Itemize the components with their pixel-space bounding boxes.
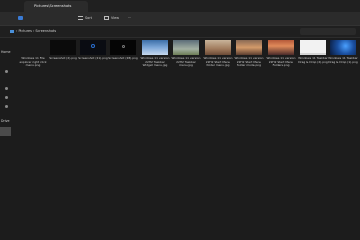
breadcrumb-pictures[interactable]: Pictures <box>18 29 31 33</box>
new-icon <box>18 16 23 20</box>
pin-icon <box>5 105 8 108</box>
file-name: Windows 11 version 22H2 Start Menu folde… <box>234 56 264 68</box>
tab-title: Pictures\Screenshots <box>34 4 72 8</box>
file-thumbnail <box>205 40 231 55</box>
file-name: Windows 11 Taskbar Drag & Drop (2).png <box>298 56 328 64</box>
sidebar-item-home[interactable]: Home <box>1 50 10 54</box>
address-bar[interactable]: › Pictures › Screenshots <box>0 26 360 38</box>
file-item[interactable]: Screenshot (2).png <box>48 40 78 61</box>
sort-label: Sort <box>85 16 92 20</box>
file-name: Windows 11 version 22H2 Start Menu folde… <box>203 56 233 68</box>
file-item[interactable]: Screenshot (21).png <box>78 40 108 61</box>
more-options-button[interactable]: ··· <box>128 14 131 23</box>
sort-button[interactable]: Sort <box>78 14 92 23</box>
file-thumbnail <box>268 40 294 55</box>
breadcrumb-screenshots[interactable]: Screenshots <box>35 29 56 33</box>
file-thumbnail <box>50 40 76 55</box>
file-name: Windows 11 version 22H2 Taskbar menu.jpg <box>171 56 201 68</box>
file-thumbnail <box>173 40 199 55</box>
file-item[interactable]: Windows 11 version 22H2 Taskbar menu.jpg <box>171 40 201 68</box>
file-item[interactable]: Windows 11 Taskbar Drag & Drop (1).png <box>328 40 358 64</box>
file-thumbnail <box>20 40 46 55</box>
sort-icon <box>78 16 83 20</box>
file-item[interactable]: Windows 11 version 22H2 Start Menu Folde… <box>266 40 296 68</box>
file-name: Windows 11 File explorer right click men… <box>19 56 47 68</box>
pin-icon <box>5 87 8 90</box>
view-icon <box>104 16 109 20</box>
file-name: Windows 11 version 22H2 Start Menu Folde… <box>266 56 296 68</box>
pictures-folder-icon <box>10 29 14 33</box>
file-item[interactable]: Windows 11 File explorer right click men… <box>18 40 48 68</box>
file-thumbnail <box>142 40 168 55</box>
sidebar-selected-item[interactable] <box>0 127 11 136</box>
title-bar: Pictures\Screenshots <box>0 0 360 12</box>
file-name: Screenshot (2).png <box>49 56 77 60</box>
view-label: View <box>111 16 120 20</box>
file-item[interactable]: Windows 11 version 22H2 Taskbar Widget m… <box>140 40 170 68</box>
file-name: Screenshot (21).png <box>78 56 108 60</box>
pin-icon <box>5 70 8 73</box>
file-thumbnail <box>110 40 136 55</box>
breadcrumb: › Pictures › Screenshots <box>10 28 230 35</box>
navigation-pane: Home Drive <box>0 38 12 240</box>
file-thumbnail <box>300 40 326 55</box>
file-name: Screenshot (28).png <box>108 56 138 60</box>
file-item[interactable]: Screenshot (28).png <box>108 40 138 61</box>
file-thumbnail <box>80 40 106 55</box>
more-icon: ··· <box>128 16 132 20</box>
search-input[interactable] <box>300 28 356 35</box>
pin-icon <box>5 96 8 99</box>
file-name: Windows 11 Taskbar Drag & Drop (1).png <box>328 56 358 64</box>
view-button[interactable]: View <box>104 14 119 23</box>
file-item[interactable]: Windows 11 Taskbar Drag & Drop (2).png <box>298 40 328 64</box>
file-item[interactable]: Windows 11 version 22H2 Start Menu folde… <box>203 40 233 68</box>
sidebar-item-drive[interactable]: Drive <box>1 119 10 123</box>
file-thumbnail <box>330 40 356 55</box>
file-name: Windows 11 version 22H2 Taskbar Widget m… <box>140 56 170 68</box>
file-thumbnail <box>236 40 262 55</box>
file-item[interactable]: Windows 11 version 22H2 Start Menu folde… <box>234 40 264 68</box>
window-tab[interactable]: Pictures\Screenshots <box>24 1 88 12</box>
new-button[interactable] <box>18 14 25 23</box>
command-bar: Sort View ··· <box>0 12 360 26</box>
